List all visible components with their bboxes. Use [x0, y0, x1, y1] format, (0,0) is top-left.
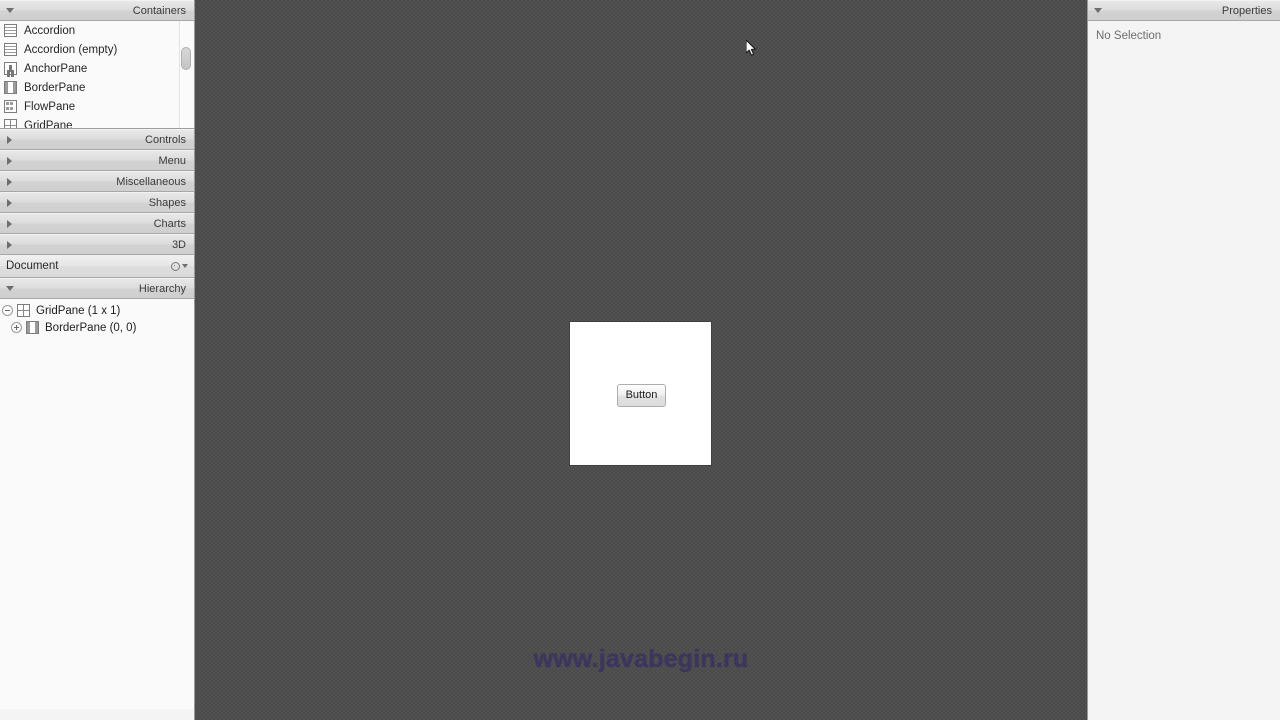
list-item-label: GridPane: [24, 119, 73, 129]
accordion-icon: [4, 43, 17, 56]
gear-icon[interactable]: [171, 261, 180, 271]
list-item[interactable]: GridPane: [0, 116, 194, 129]
tree-item-label: BorderPane (0, 0): [45, 321, 137, 334]
list-item[interactable]: Accordion: [0, 21, 194, 40]
gridpane-icon: [4, 119, 17, 128]
hierarchy-section-title: Hierarchy: [138, 282, 186, 295]
properties-no-selection-text: No Selection: [1096, 30, 1162, 42]
library-section-menu-title: Menu: [158, 154, 186, 167]
library-section-containers-header[interactable]: Containers: [0, 0, 194, 21]
properties-section-title: Properties: [1221, 4, 1272, 17]
hierarchy-tree[interactable]: GridPane (1 x 1) BorderPane (0, 0): [0, 299, 194, 709]
chevron-right-icon[interactable]: [7, 156, 12, 165]
document-panel-title: Document: [6, 260, 59, 272]
list-item[interactable]: Accordion (empty): [0, 40, 194, 59]
chevron-right-icon[interactable]: [7, 198, 12, 207]
document-settings-menu[interactable]: [171, 261, 188, 271]
list-item[interactable]: FlowPane: [0, 97, 194, 116]
chevron-right-icon[interactable]: [7, 177, 12, 186]
white-root-pane[interactable]: Button: [570, 322, 711, 465]
tree-item-borderpane[interactable]: BorderPane (0, 0): [0, 319, 194, 336]
chevron-right-icon[interactable]: [7, 240, 12, 249]
gridpane-icon: [17, 304, 30, 317]
tree-item-label: GridPane (1 x 1): [36, 304, 121, 317]
plus-circle-icon[interactable]: [11, 322, 22, 333]
list-item-label: FlowPane: [24, 100, 76, 113]
chevron-right-icon[interactable]: [7, 219, 12, 228]
library-section-controls[interactable]: Controls: [0, 129, 194, 150]
watermark-text: www.javabegin.ru: [533, 645, 749, 673]
flowpane-icon: [4, 100, 17, 113]
hierarchy-section-header[interactable]: Hierarchy: [0, 278, 194, 299]
list-item-label: Accordion (empty): [24, 43, 118, 56]
left-panel: Containers Accordion Accordion (empty) A…: [0, 0, 195, 720]
library-section-containers-title: Containers: [132, 4, 186, 17]
borderpane-icon: [4, 81, 17, 94]
library-section-shapes[interactable]: Shapes: [0, 192, 194, 213]
library-section-shapes-title: Shapes: [148, 196, 186, 209]
scrollbar-thumb[interactable]: [181, 47, 191, 70]
list-item-label: BorderPane: [24, 81, 86, 94]
properties-section-header[interactable]: Properties: [1088, 0, 1280, 21]
design-canvas[interactable]: Button www.javabegin.ru: [195, 0, 1087, 720]
library-section-3d-title: 3D: [171, 238, 186, 251]
list-item-label: AnchorPane: [24, 62, 88, 75]
list-item-label: Accordion: [24, 24, 76, 37]
library-section-3d[interactable]: 3D: [0, 234, 194, 255]
library-containers-list[interactable]: Accordion Accordion (empty) AnchorPane B…: [0, 21, 194, 129]
accordion-icon: [4, 24, 17, 37]
right-panel: Properties No Selection: [1087, 0, 1280, 720]
mouse-pointer-icon: [746, 40, 756, 56]
minus-circle-icon[interactable]: [2, 305, 13, 316]
anchorpane-icon: [4, 62, 17, 75]
library-section-miscellaneous-title: Miscellaneous: [116, 175, 186, 188]
chevron-down-icon[interactable]: [6, 8, 14, 13]
list-item[interactable]: BorderPane: [0, 78, 194, 97]
library-section-miscellaneous[interactable]: Miscellaneous: [0, 171, 194, 192]
document-panel-header[interactable]: Document: [0, 255, 194, 278]
scene-builder-window: Button www.javabegin.ru Containers Accor…: [0, 0, 1280, 720]
tree-item-gridpane[interactable]: GridPane (1 x 1): [0, 302, 194, 319]
list-item[interactable]: AnchorPane: [0, 59, 194, 78]
library-section-controls-title: Controls: [145, 133, 186, 146]
library-section-charts-title: Charts: [153, 217, 186, 230]
library-list-scrollbar[interactable]: [179, 21, 192, 128]
chevron-down-icon[interactable]: [1094, 8, 1102, 13]
chevron-down-icon[interactable]: [182, 264, 188, 268]
library-section-charts[interactable]: Charts: [0, 213, 194, 234]
library-section-menu[interactable]: Menu: [0, 150, 194, 171]
design-button[interactable]: Button: [617, 384, 666, 407]
borderpane-icon: [26, 321, 39, 334]
chevron-right-icon[interactable]: [7, 135, 12, 144]
chevron-down-icon[interactable]: [6, 286, 14, 291]
properties-body: No Selection: [1088, 21, 1280, 720]
